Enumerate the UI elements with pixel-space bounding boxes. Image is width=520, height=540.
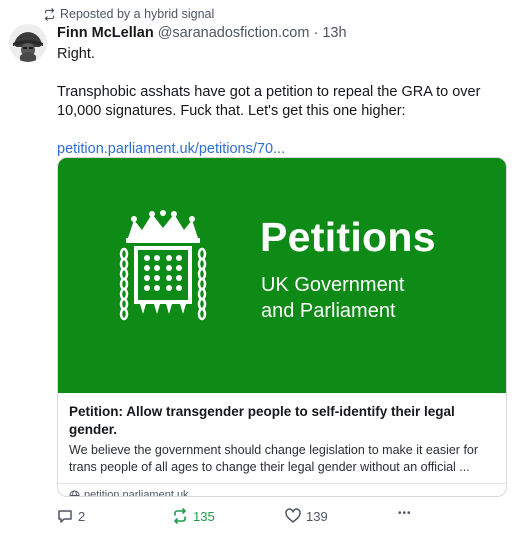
header-separator: · <box>313 25 319 41</box>
heart-icon <box>285 508 301 523</box>
like-button[interactable]: 139 <box>285 508 328 524</box>
avatar[interactable] <box>9 24 47 62</box>
repost-icon <box>174 508 186 524</box>
card-domain: petition.parliament.uk <box>58 484 506 497</box>
post-body: Right. Transphobic asshats have got a pe… <box>57 45 512 159</box>
repost-count: 135 <box>193 508 215 524</box>
card-banner: Petitions UK Government and Parliament <box>58 158 506 393</box>
post-link[interactable]: petition.parliament.uk/petitions/70... <box>57 141 285 157</box>
post-actions: 2 135 139 ••• <box>57 508 507 528</box>
reposted-by-label[interactable]: Reposted by a hybrid signal <box>43 7 214 21</box>
banner-title: Petitions <box>260 214 436 260</box>
card-title: Petition: Allow transgender people to se… <box>69 404 455 437</box>
post-text-line2: Transphobic asshats have got a petition … <box>57 84 481 119</box>
banner-subtitle-line2: and Parliament <box>261 300 396 322</box>
reposted-by-text: Reposted by a hybrid signal <box>60 7 215 21</box>
more-icon: ••• <box>398 508 412 519</box>
author-name[interactable]: Finn McLellan <box>57 25 154 41</box>
card-info: Petition: Allow transgender people to se… <box>58 393 506 476</box>
banner-subtitle-line1: UK Government <box>261 274 405 296</box>
repost-button[interactable]: 135 <box>172 508 215 524</box>
portcullis-logo <box>119 210 207 321</box>
reply-count: 2 <box>78 508 86 524</box>
like-count: 139 <box>306 508 328 524</box>
post-text-line1: Right. <box>57 46 95 62</box>
card-description: We believe the government should change … <box>69 443 479 474</box>
reply-icon <box>58 510 72 523</box>
link-preview-card[interactable]: Petitions UK Government and Parliament P… <box>57 157 507 497</box>
avatar-image <box>9 24 47 62</box>
repost-icon <box>44 7 55 21</box>
globe-icon <box>69 489 80 496</box>
more-options-button[interactable]: ••• <box>398 508 412 519</box>
banner-subtitle: UK Government and Parliament <box>261 272 461 324</box>
author-handle[interactable]: @saranadosfiction.com <box>158 25 310 41</box>
post-time[interactable]: 13h <box>322 25 346 41</box>
card-domain-text: petition.parliament.uk <box>84 489 189 497</box>
reply-button[interactable]: 2 <box>57 508 85 524</box>
post-header: Finn McLellan @saranadosfiction.com · 13… <box>57 25 347 41</box>
